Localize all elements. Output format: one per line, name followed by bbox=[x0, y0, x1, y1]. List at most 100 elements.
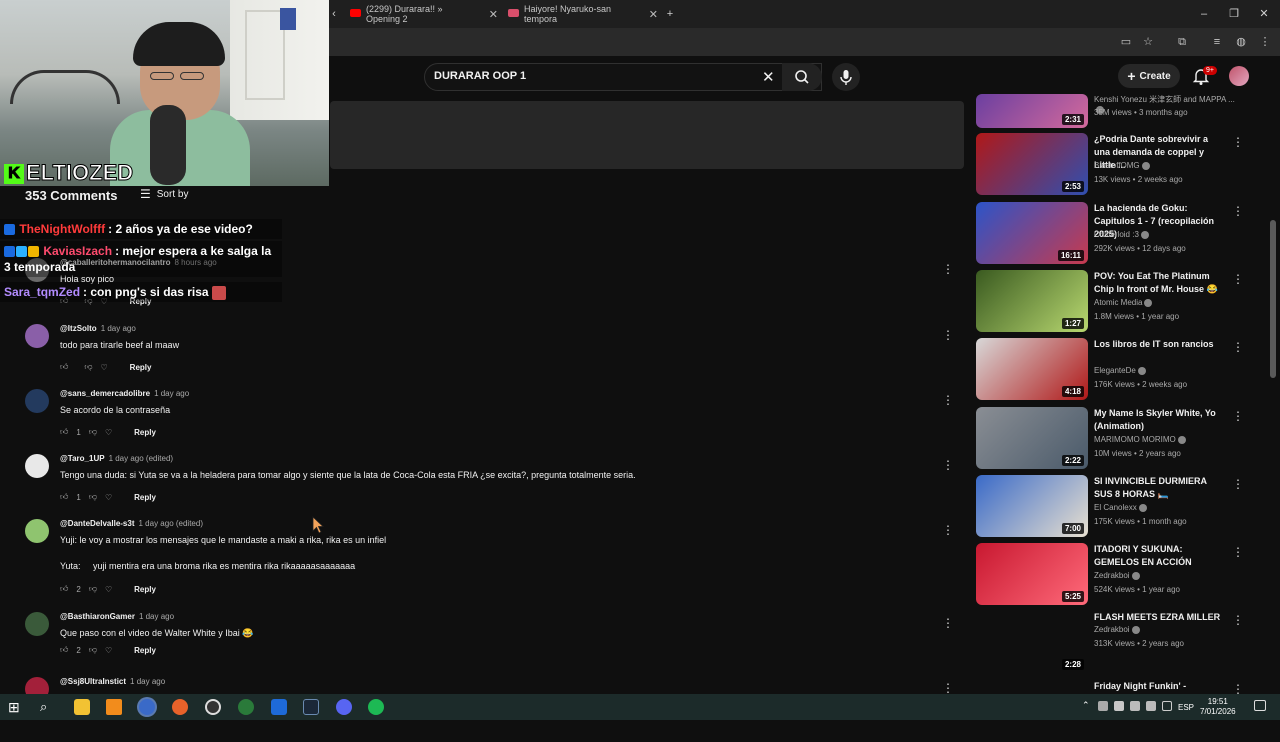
video-title[interactable]: POV: You Eat The Platinum Chip In front … bbox=[1094, 270, 1224, 296]
thumbs-down-icon[interactable]: 👎︎ bbox=[89, 584, 97, 594]
language-indicator[interactable]: ESP bbox=[1178, 703, 1194, 712]
video-title[interactable]: SI INVINCIBLE DURMIERA SUS 8 HORAS 🛏️ bbox=[1094, 475, 1224, 501]
tab-durarara[interactable]: (2299) Durarara!! » Opening 2 ✕ bbox=[346, 4, 498, 24]
thumbs-up-icon[interactable]: 👍︎ bbox=[60, 427, 68, 437]
comment-handle[interactable]: @Taro_1UP bbox=[60, 454, 105, 463]
extensions-icon[interactable]: ⧉ bbox=[1174, 34, 1190, 50]
maximize-icon[interactable]: ❐ bbox=[1226, 6, 1242, 22]
comment-handle[interactable]: @DanteDelvalle-s3t bbox=[60, 519, 135, 528]
notification-center-icon[interactable] bbox=[1254, 700, 1266, 711]
tray-volume-icon[interactable] bbox=[1162, 701, 1172, 711]
video-thumbnail[interactable]: 1:27 bbox=[976, 270, 1088, 332]
more-options-icon[interactable]: ⋮ bbox=[942, 523, 954, 537]
close-tab-icon[interactable]: ✕ bbox=[489, 8, 498, 21]
heart-icon[interactable]: ♡ bbox=[105, 585, 112, 594]
more-options-icon[interactable]: ⋮ bbox=[1232, 545, 1244, 559]
video-thumbnail[interactable]: 2:31 bbox=[976, 94, 1088, 128]
windows-start-icon[interactable]: ⊞ bbox=[8, 699, 24, 715]
commenter-avatar[interactable] bbox=[25, 389, 49, 413]
comment-handle[interactable]: @ItzSolto bbox=[60, 324, 97, 333]
chrome-icon[interactable] bbox=[139, 699, 155, 715]
account-avatar[interactable] bbox=[1229, 66, 1249, 86]
more-options-icon[interactable]: ⋮ bbox=[942, 458, 954, 472]
more-options-icon[interactable]: ⋮ bbox=[1232, 613, 1244, 627]
more-options-icon[interactable]: ⋮ bbox=[942, 328, 954, 342]
thumbs-down-icon[interactable]: 👎︎ bbox=[84, 362, 92, 372]
thumbs-up-icon[interactable]: 👍︎ bbox=[60, 584, 68, 594]
channel-name[interactable]: BlastoffOMG bbox=[1094, 161, 1150, 170]
more-options-icon[interactable]: ⋮ bbox=[942, 393, 954, 407]
video-title[interactable]: My Name Is Skyler White, Yo (Animation) bbox=[1094, 407, 1224, 433]
search-button[interactable] bbox=[782, 63, 822, 91]
video-thumbnail[interactable]: 16:11 bbox=[976, 202, 1088, 264]
reply-button[interactable]: Reply bbox=[130, 363, 152, 372]
reading-list-icon[interactable]: ≡ bbox=[1209, 34, 1225, 50]
cast-icon[interactable]: ▭ bbox=[1118, 34, 1134, 50]
create-button[interactable]: + Create bbox=[1118, 64, 1180, 88]
video-title[interactable]: Friday Night Funkin' - bbox=[1094, 680, 1224, 693]
vlc-icon[interactable] bbox=[106, 699, 122, 715]
thumbs-up-icon[interactable]: 👍︎ bbox=[60, 362, 68, 372]
video-thumbnail[interactable]: 2:28 bbox=[976, 611, 1088, 673]
obs-icon[interactable] bbox=[205, 699, 221, 715]
bookmark-star-icon[interactable]: ☆ bbox=[1140, 34, 1156, 50]
thumbs-up-icon[interactable]: 👍︎ bbox=[60, 492, 68, 502]
spotify-icon[interactable] bbox=[368, 699, 384, 715]
thumbs-down-icon[interactable]: 👎︎ bbox=[89, 427, 97, 437]
recommended-video[interactable]: 2:53 ¿Podria Dante sobrevivir a una dema… bbox=[976, 133, 1244, 195]
close-window-icon[interactable]: ✕ bbox=[1256, 6, 1272, 22]
recommended-video[interactable]: 5:25 ITADORI Y SUKUNA: GEMELOS EN ACCIÓN… bbox=[976, 543, 1244, 605]
more-options-icon[interactable]: ⋮ bbox=[1232, 272, 1244, 286]
more-options-icon[interactable]: ⋮ bbox=[1232, 340, 1244, 354]
recommended-video[interactable]: 7:00 SI INVINCIBLE DURMIERA SUS 8 HORAS … bbox=[976, 475, 1244, 537]
video-thumbnail[interactable]: 4:18 bbox=[976, 338, 1088, 400]
tray-app-icon[interactable] bbox=[1146, 701, 1156, 711]
profile-icon[interactable]: ◍ bbox=[1233, 34, 1249, 50]
tray-mic-icon[interactable] bbox=[1114, 701, 1124, 711]
tray-app-icon[interactable] bbox=[1130, 701, 1140, 711]
search-input[interactable]: DURARAR OOP 1 bbox=[434, 70, 526, 82]
video-thumbnail[interactable]: 2:53 bbox=[976, 133, 1088, 195]
tray-app-icon[interactable] bbox=[1098, 701, 1108, 711]
more-options-icon[interactable]: ⋮ bbox=[942, 262, 954, 276]
tab-nyaruko[interactable]: Haiyore! Nyaruko-san tempora ✕ bbox=[504, 4, 658, 24]
reply-button[interactable]: Reply bbox=[134, 428, 156, 437]
app-blue-icon[interactable] bbox=[271, 699, 287, 715]
recommended-video[interactable]: 1:27 POV: You Eat The Platinum Chip In f… bbox=[976, 270, 1244, 332]
comment-handle[interactable]: @Ssj8UltraInstict bbox=[60, 677, 126, 686]
heart-icon[interactable]: ♡ bbox=[105, 646, 112, 655]
channel-name[interactable]: EleganteDe bbox=[1094, 366, 1146, 375]
browser-menu-icon[interactable]: ⋮ bbox=[1257, 34, 1273, 50]
firefox-icon[interactable] bbox=[172, 699, 188, 715]
clock[interactable]: 19:51 7/01/2026 bbox=[1200, 697, 1236, 717]
channel-name[interactable]: El Canolexx bbox=[1094, 503, 1147, 512]
video-title[interactable]: Los libros de IT son rancios bbox=[1094, 338, 1224, 351]
channel-name[interactable]: Zedrakboi bbox=[1094, 625, 1140, 634]
scrollbar[interactable] bbox=[1270, 220, 1276, 378]
sort-by-button[interactable]: ☰ Sort by bbox=[140, 187, 188, 201]
channel-name[interactable]: MARIMOMO MORIMO bbox=[1094, 435, 1186, 444]
tray-chevron-icon[interactable]: ⌃ bbox=[1082, 700, 1090, 711]
commenter-avatar[interactable] bbox=[25, 324, 49, 348]
commenter-avatar[interactable] bbox=[25, 612, 49, 636]
video-thumbnail[interactable]: 5:25 bbox=[976, 543, 1088, 605]
commenter-avatar[interactable] bbox=[25, 519, 49, 543]
recommended-video[interactable]: 2:22 My Name Is Skyler White, Yo (Animat… bbox=[976, 407, 1244, 469]
channel-name[interactable]: Crisferloid :3 bbox=[1094, 230, 1149, 239]
video-thumbnail[interactable]: 7:00 bbox=[976, 475, 1088, 537]
reply-button[interactable]: Reply bbox=[134, 646, 156, 655]
recommended-video[interactable]: 16:11 La hacienda de Goku: Capitulos 1 -… bbox=[976, 202, 1244, 264]
file-explorer-icon[interactable] bbox=[74, 699, 90, 715]
comment-handle[interactable]: @sans_demercadolibre bbox=[60, 389, 150, 398]
new-tab-plus-icon[interactable]: + bbox=[662, 6, 678, 22]
reply-button[interactable]: Reply bbox=[134, 493, 156, 502]
reply-button[interactable]: Reply bbox=[134, 585, 156, 594]
commenter-avatar[interactable] bbox=[25, 454, 49, 478]
minimize-icon[interactable]: – bbox=[1196, 6, 1212, 22]
discord-icon[interactable] bbox=[336, 699, 352, 715]
more-options-icon[interactable]: ⋮ bbox=[1232, 477, 1244, 491]
thumbs-up-icon[interactable]: 👍︎ bbox=[60, 645, 68, 655]
video-thumbnail[interactable]: 2:22 bbox=[976, 407, 1088, 469]
steam-icon[interactable] bbox=[303, 699, 319, 715]
more-options-icon[interactable]: ⋮ bbox=[942, 616, 954, 630]
